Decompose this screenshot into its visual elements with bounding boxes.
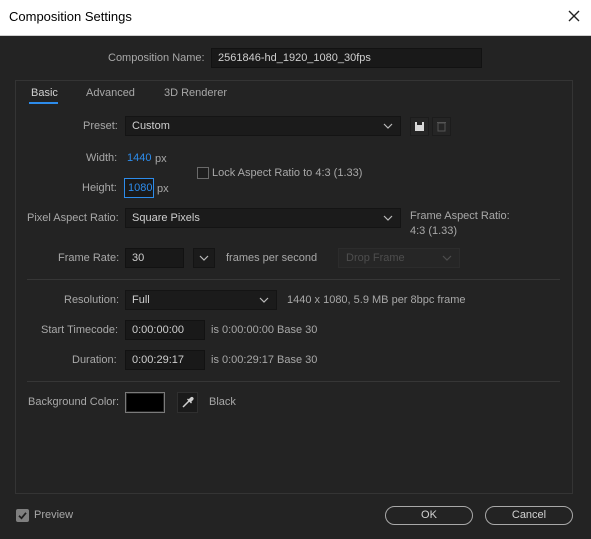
tab-active-indicator xyxy=(29,102,58,104)
width-value[interactable]: 1440 xyxy=(127,152,151,164)
comp-name-input[interactable]: 2561846-hd_1920_1080_30fps xyxy=(211,48,482,68)
eyedropper-icon xyxy=(182,396,194,408)
chevron-down-icon xyxy=(259,297,269,303)
background-color-name: Black xyxy=(209,396,236,408)
duration-label: Duration: xyxy=(72,354,117,366)
eyedropper-button[interactable] xyxy=(177,392,198,413)
pixel-aspect-dropdown[interactable]: Square Pixels xyxy=(125,208,401,228)
frame-aspect-value: 4:3 (1.33) xyxy=(410,225,458,237)
frame-rate-presets-dropdown[interactable] xyxy=(193,248,215,268)
cancel-button[interactable]: Cancel xyxy=(485,506,573,525)
trash-icon xyxy=(437,122,446,132)
duration-info: is 0:00:29:17 Base 30 xyxy=(211,354,318,366)
chevron-down-icon xyxy=(442,255,452,261)
comp-name-label: Composition Name: xyxy=(108,52,205,64)
height-label: Height: xyxy=(82,182,117,194)
resolution-info: 1440 x 1080, 5.9 MB per 8bpc frame xyxy=(287,294,466,306)
start-timecode-label: Start Timecode: xyxy=(41,324,119,336)
divider xyxy=(27,381,560,382)
pixel-aspect-label: Pixel Aspect Ratio: xyxy=(27,212,119,224)
background-color-swatch[interactable] xyxy=(125,392,165,413)
frame-rate-label: Frame Rate: xyxy=(58,252,120,264)
preview-label: Preview xyxy=(34,509,74,521)
drop-frame-dropdown: Drop Frame xyxy=(338,248,460,268)
chevron-down-icon xyxy=(199,255,209,261)
lock-aspect-checkbox[interactable] xyxy=(197,167,209,179)
start-timecode-input[interactable]: 0:00:00:00 xyxy=(125,320,205,340)
preset-dropdown[interactable]: Custom xyxy=(125,116,401,136)
preview-checkbox[interactable] xyxy=(16,509,29,522)
tab-basic[interactable]: Basic xyxy=(31,87,58,99)
height-input[interactable]: 1080 xyxy=(124,178,154,198)
chevron-down-icon xyxy=(383,215,393,221)
save-preset-button[interactable] xyxy=(410,117,429,136)
checkmark-icon xyxy=(18,512,27,520)
settings-panel xyxy=(15,80,573,494)
chevron-down-icon xyxy=(383,123,393,129)
background-color-label: Background Color: xyxy=(28,396,120,408)
window-title: Composition Settings xyxy=(9,9,132,24)
frame-rate-unit: frames per second xyxy=(226,252,318,264)
resolution-dropdown[interactable]: Full xyxy=(125,290,277,310)
drop-frame-value: Drop Frame xyxy=(346,252,405,264)
save-preset-icon xyxy=(415,122,424,131)
width-unit: px xyxy=(155,153,167,165)
pixel-aspect-value: Square Pixels xyxy=(132,212,200,224)
duration-input[interactable]: 0:00:29:17 xyxy=(125,350,205,370)
frame-aspect-label: Frame Aspect Ratio: xyxy=(410,210,510,222)
tab-advanced[interactable]: Advanced xyxy=(86,87,135,99)
lock-aspect-label: Lock Aspect Ratio to 4:3 (1.33) xyxy=(212,167,363,179)
delete-preset-button[interactable] xyxy=(432,117,451,136)
width-label: Width: xyxy=(86,152,118,164)
resolution-value: Full xyxy=(132,294,150,306)
start-timecode-info: is 0:00:00:00 Base 30 xyxy=(211,324,318,336)
height-unit: px xyxy=(157,183,169,195)
tab-3d-renderer[interactable]: 3D Renderer xyxy=(164,87,227,99)
resolution-label: Resolution: xyxy=(64,294,120,306)
frame-rate-input[interactable]: 30 xyxy=(125,248,184,268)
divider xyxy=(27,279,560,280)
preset-value: Custom xyxy=(132,120,170,132)
close-icon[interactable] xyxy=(563,5,585,27)
preset-label: Preset: xyxy=(83,120,118,132)
background-color-fill xyxy=(127,394,163,411)
ok-button[interactable]: OK xyxy=(385,506,473,525)
